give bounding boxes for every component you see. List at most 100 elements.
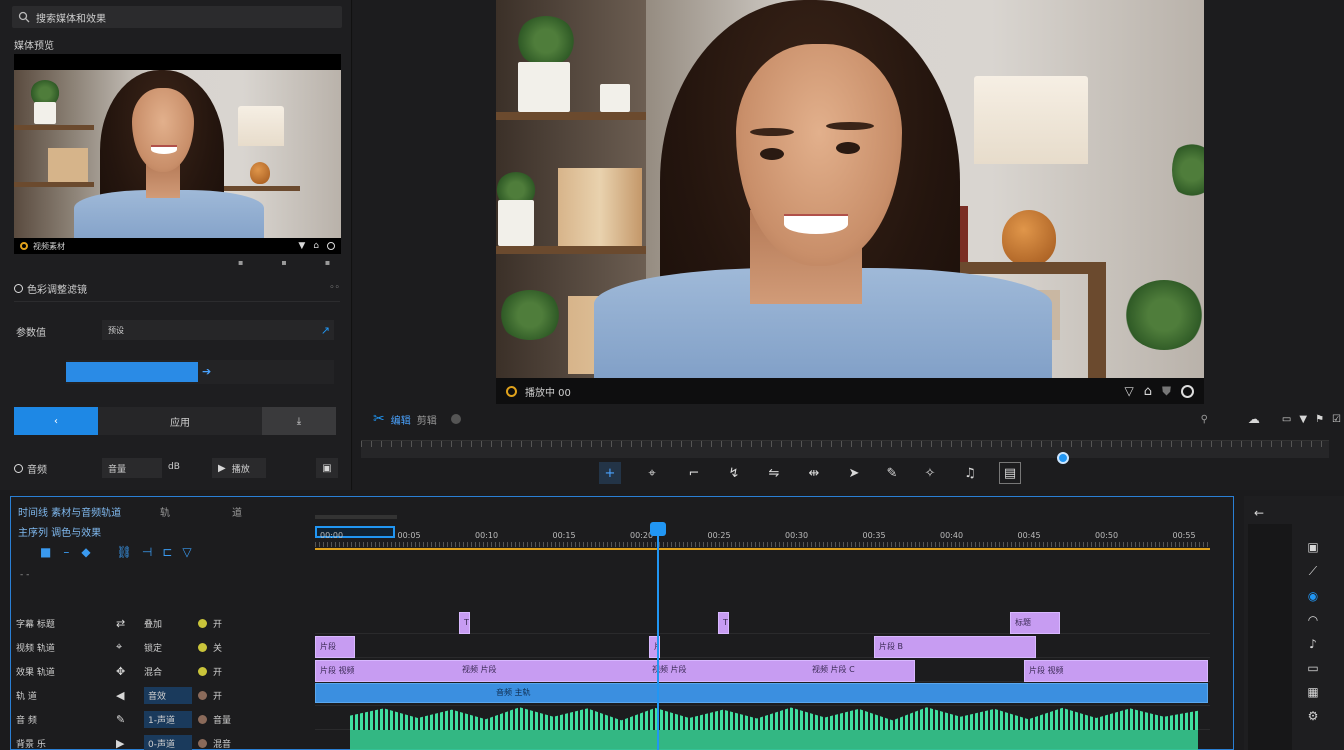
marker-icon[interactable]: ◆ [81, 545, 90, 559]
track-toggle-icon[interactable]: ✥ [116, 665, 144, 678]
filter-icon[interactable]: ▽ [1124, 384, 1133, 398]
timeline-mark-2: 道 [232, 508, 242, 519]
media-thumbnail[interactable]: 视频素材 ▼ ⌂ [14, 54, 341, 254]
key-icon[interactable]: ⚲ [1201, 414, 1208, 425]
shield-icon[interactable]: ⛊ [1162, 384, 1171, 399]
track-toggle-icon[interactable]: ⇄ [116, 617, 144, 630]
home-icon[interactable]: ⌂ [1144, 384, 1152, 399]
track-button[interactable]: 1-声道 [144, 710, 192, 728]
track-name: 字幕 标题 [16, 619, 55, 630]
track-button[interactable]: 音效 [144, 686, 192, 704]
viewer-scrubber[interactable] [361, 440, 1329, 464]
more-icon[interactable]: ◦◦ [329, 283, 340, 293]
link-icon[interactable]: ⛓ [117, 545, 132, 559]
snap-icon[interactable]: ⊣ [142, 545, 152, 559]
scrubber-handle[interactable] [1057, 452, 1069, 464]
value-slider[interactable]: ➔ [66, 360, 334, 384]
section-title: 媒体预览 [14, 41, 54, 52]
cloud-icon[interactable]: ☁ [1248, 412, 1260, 426]
target-icon[interactable] [1181, 384, 1194, 398]
dot-icon[interactable] [450, 414, 461, 424]
work-area-line [315, 548, 1210, 550]
text-icon[interactable]: ▤ [999, 462, 1021, 484]
minus-icon[interactable]: – [63, 545, 69, 559]
ripple-icon[interactable]: ⇹ [803, 462, 825, 484]
filter-icon[interactable]: ▼ [298, 241, 305, 251]
filter-down-icon[interactable]: ▼ [1299, 414, 1307, 425]
video-icon[interactable]: ■ [40, 545, 51, 559]
slide-icon[interactable]: ⇋ [763, 462, 785, 484]
back-arrow-icon: ‹ [54, 415, 58, 427]
play-button[interactable]: ▶ 播放 [212, 458, 266, 478]
track-name: 音 频 [16, 715, 37, 726]
track-toggle-icon[interactable]: ⌖ [116, 640, 144, 654]
export-button[interactable]: ⤓ [262, 407, 336, 435]
zoom-bar[interactable] [315, 515, 397, 519]
panel-icon[interactable]: ▣ [1307, 540, 1318, 554]
param-value: 预设 [108, 325, 124, 335]
audio-icon[interactable]: ♪ [1309, 637, 1317, 651]
param-field[interactable]: 预设 ↗ [102, 320, 334, 340]
thumbnail-caption: 视频素材 [33, 241, 65, 251]
track-button[interactable]: 0-声道 [144, 734, 192, 750]
color-icon[interactable]: ◉ [1308, 589, 1318, 603]
slip-icon[interactable]: ↯ [723, 462, 745, 484]
apply-button[interactable]: 应用 [98, 407, 262, 435]
pointer-icon[interactable]: ➤ [843, 462, 865, 484]
crop-icon[interactable]: ⌐ [683, 462, 705, 484]
pen-icon[interactable]: ✎ [881, 462, 903, 484]
clip[interactable]: T [718, 612, 729, 634]
clip[interactable]: T [459, 612, 470, 634]
expand-icon[interactable]: ↗ [321, 324, 330, 337]
frame-icon[interactable]: ▭ [1307, 661, 1318, 675]
clip[interactable]: 片段 视频 [1024, 660, 1208, 682]
track-value: 开 [213, 619, 223, 630]
track-toggle-icon[interactable]: ▶ [116, 737, 144, 750]
clip[interactable]: 音频 主轨 [315, 683, 1208, 703]
scissors-icon[interactable]: ✂ [373, 411, 385, 427]
track-button[interactable]: 叠加 [144, 617, 192, 630]
image-button[interactable]: ▣ [316, 458, 338, 478]
effects-header[interactable]: 色彩调整滤镜 ◦◦ [14, 281, 340, 296]
clip-label: 音频 主轨 [496, 688, 531, 697]
settings-icon[interactable]: ⚙ [1308, 709, 1319, 723]
track-button[interactable]: 锁定 [144, 641, 192, 654]
monitor-icon[interactable]: ▭ [1282, 414, 1291, 425]
magic-icon[interactable]: ✧ [919, 462, 941, 484]
audio-edit-icon[interactable]: ♫ [959, 462, 981, 484]
track-value: 开 [213, 691, 223, 702]
crop-icon[interactable]: ⟋ [1309, 564, 1317, 579]
search-input[interactable]: 搜索媒体和效果 [12, 6, 342, 28]
record-icon[interactable] [327, 242, 335, 250]
track-header: 轨 道 ◀ 音效 开 [16, 684, 312, 706]
export-icon[interactable]: ☑ [1332, 414, 1341, 425]
ruler-tick-label: 00:30 [785, 531, 809, 540]
button-bar: ‹ 应用 ⤓ [14, 407, 336, 435]
shape-icon[interactable]: ◠ [1308, 613, 1318, 627]
track-toggle-icon[interactable]: ◀ [116, 689, 144, 702]
thumbnail-photo [14, 70, 341, 238]
flag-icon[interactable]: ⚑ [1315, 414, 1324, 425]
timeline-ruler[interactable] [315, 512, 1210, 552]
clip[interactable]: 片段 B [874, 636, 1036, 658]
timeline-subtitle: 主序列 调色与效果 [18, 528, 102, 539]
track-button[interactable]: 混合 [144, 665, 192, 678]
filter-icon[interactable]: ▽ [182, 545, 191, 559]
home-icon[interactable]: ⌂ [313, 241, 319, 251]
clip[interactable]: 片段 [315, 636, 355, 658]
razor-icon[interactable]: ⌖ [641, 462, 663, 484]
playhead-handle[interactable] [650, 522, 666, 536]
track-toggle-icon[interactable]: ✎ [116, 713, 144, 726]
slider-arrow-icon[interactable]: ➔ [202, 365, 211, 378]
ruler-tick-label: 00:25 [707, 531, 731, 540]
add-icon[interactable]: + [599, 462, 621, 484]
trim-icon[interactable]: ⊏ [162, 545, 172, 559]
back-button[interactable]: ‹ [14, 407, 98, 435]
volume-field[interactable]: 音量 [102, 458, 162, 478]
effects-label: 色彩调整滤镜 [27, 284, 87, 296]
clip[interactable]: 标题 [1010, 612, 1060, 634]
image-icon: ▣ [322, 462, 332, 474]
grid-icon[interactable]: ▦ [1307, 685, 1318, 699]
timeline-mark-1: 轨 [160, 508, 170, 519]
back-arrow-icon[interactable]: ← [1254, 506, 1264, 520]
